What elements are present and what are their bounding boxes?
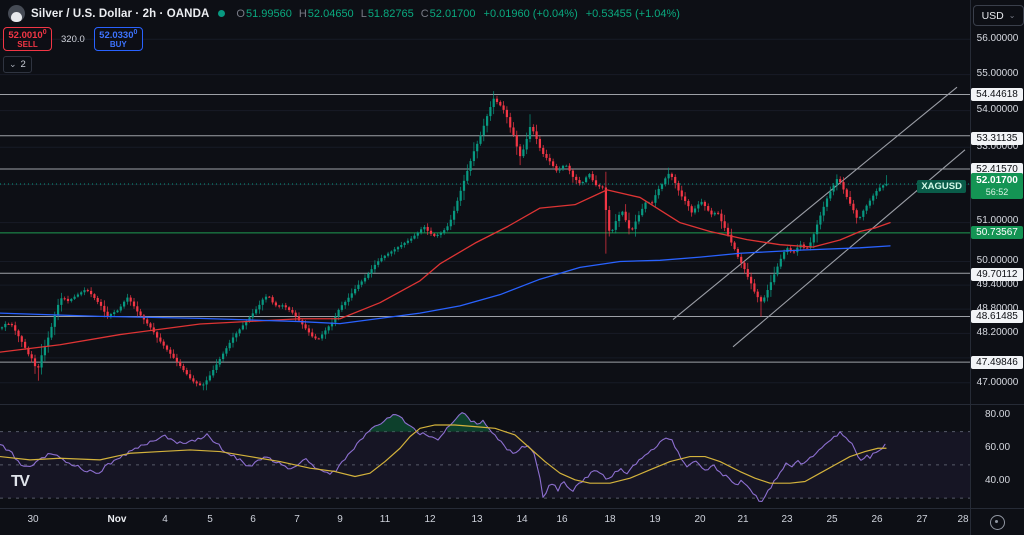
level-price-badge: 53.31135 (971, 132, 1023, 145)
price-axis-label: 54.00000 (971, 104, 1024, 115)
time-axis-label: 16 (556, 514, 567, 525)
currency-selector[interactable]: USD ⌄ (973, 5, 1024, 26)
chevron-down-icon: ⌄ (9, 60, 17, 69)
currency-label: USD (982, 10, 1004, 22)
level-price-badge: 47.49846 (971, 356, 1023, 369)
price-axis-label: 48.20000 (971, 327, 1024, 338)
buy-label: BUY (95, 41, 142, 49)
green-level-badge: 50.73567 (971, 226, 1023, 239)
level-price-badge: 54.44618 (971, 88, 1023, 101)
ohlc-values: O51.99560 H52.04650 L51.82765 C52.01700 (236, 8, 475, 20)
time-axis-label: Nov (108, 514, 127, 525)
price-line-symbol-label: XAGUSD (917, 180, 966, 193)
sell-price-sup: 0 (43, 29, 47, 36)
time-axis-label: 5 (207, 514, 213, 525)
high-label: H (299, 8, 307, 20)
chart-legend: Silver / U.S. Dollar · 2h · OANDA O51.99… (8, 5, 680, 22)
tradingview-logo[interactable]: TV (11, 473, 28, 491)
high-value: 52.04650 (308, 8, 354, 20)
bar-countdown: 56:52 (986, 187, 1009, 198)
time-axis-label: 20 (694, 514, 705, 525)
time-axis-label: 6 (250, 514, 256, 525)
current-price: 52.01700 (976, 175, 1018, 187)
time-axis-label: 27 (916, 514, 927, 525)
sell-label: SELL (4, 41, 51, 49)
price-axis-label: 56.00000 (971, 33, 1024, 44)
low-label: L (361, 8, 367, 20)
low-value: 51.82765 (368, 8, 414, 20)
time-axis-label: 9 (337, 514, 343, 525)
buy-button[interactable]: 52.03300 BUY (94, 27, 143, 51)
price-axis-label: 50.00000 (971, 255, 1024, 266)
indicator-count: 2 (21, 59, 26, 70)
price-axis-label: 49.40000 (971, 279, 1024, 290)
change-bar: +0.01960 (+0.04%) (484, 8, 578, 20)
change-total: +0.53455 (+1.04%) (586, 8, 680, 20)
order-panel: 52.00100 SELL 320.0 52.03300 BUY (3, 27, 143, 51)
indicator-axis-label: 80.00 (971, 409, 1024, 420)
time-axis-label: 11 (380, 514, 390, 525)
market-open-dot-icon[interactable] (218, 10, 225, 17)
time-axis-label: 23 (781, 514, 792, 525)
level-price-badge: 49.70112 (971, 268, 1023, 281)
price-axis-label: 47.00000 (971, 377, 1024, 388)
indicator-collapse-widget[interactable]: ⌄ 2 (3, 56, 32, 73)
sell-button[interactable]: 52.00100 SELL (3, 27, 52, 51)
time-axis-label: 30 (27, 514, 38, 525)
indicator-axis-label: 40.00 (971, 475, 1024, 486)
time-axis-label: 19 (649, 514, 660, 525)
buy-price-sup: 0 (134, 29, 138, 36)
time-axis-label: 25 (826, 514, 837, 525)
current-price-badge[interactable]: 52.01700 56:52 (971, 173, 1023, 199)
trading-chart-app: Silver / U.S. Dollar · 2h · OANDA O51.99… (0, 0, 1024, 535)
time-axis-label: 14 (516, 514, 527, 525)
time-axis-label: 28 (957, 514, 968, 525)
time-axis-label: 7 (294, 514, 300, 525)
time-axis-label: 4 (162, 514, 168, 525)
open-value: 51.99560 (246, 8, 292, 20)
time-axis-label: 21 (737, 514, 748, 525)
close-label: C (421, 8, 429, 20)
level-price-badge: 48.61485 (971, 310, 1023, 323)
price-axis-label: 51.00000 (971, 215, 1024, 226)
time-axis-label: 13 (471, 514, 482, 525)
open-label: O (236, 8, 245, 20)
spread-value: 320.0 (61, 34, 85, 45)
time-axis-label: 26 (871, 514, 882, 525)
price-axis-label: 55.00000 (971, 68, 1024, 79)
green-level-price: 50.73567 (976, 227, 1018, 238)
close-value: 52.01700 (430, 8, 476, 20)
indicator-axis-label: 60.00 (971, 442, 1024, 453)
time-axis-label: 18 (604, 514, 615, 525)
symbol-logo-icon[interactable] (8, 5, 25, 22)
symbol-title[interactable]: Silver / U.S. Dollar · 2h · OANDA (31, 8, 209, 20)
chevron-down-icon: ⌄ (1009, 12, 1016, 20)
timezone-icon[interactable] (990, 515, 1005, 530)
chart-canvas[interactable] (0, 0, 1024, 535)
time-axis-label: 12 (424, 514, 435, 525)
